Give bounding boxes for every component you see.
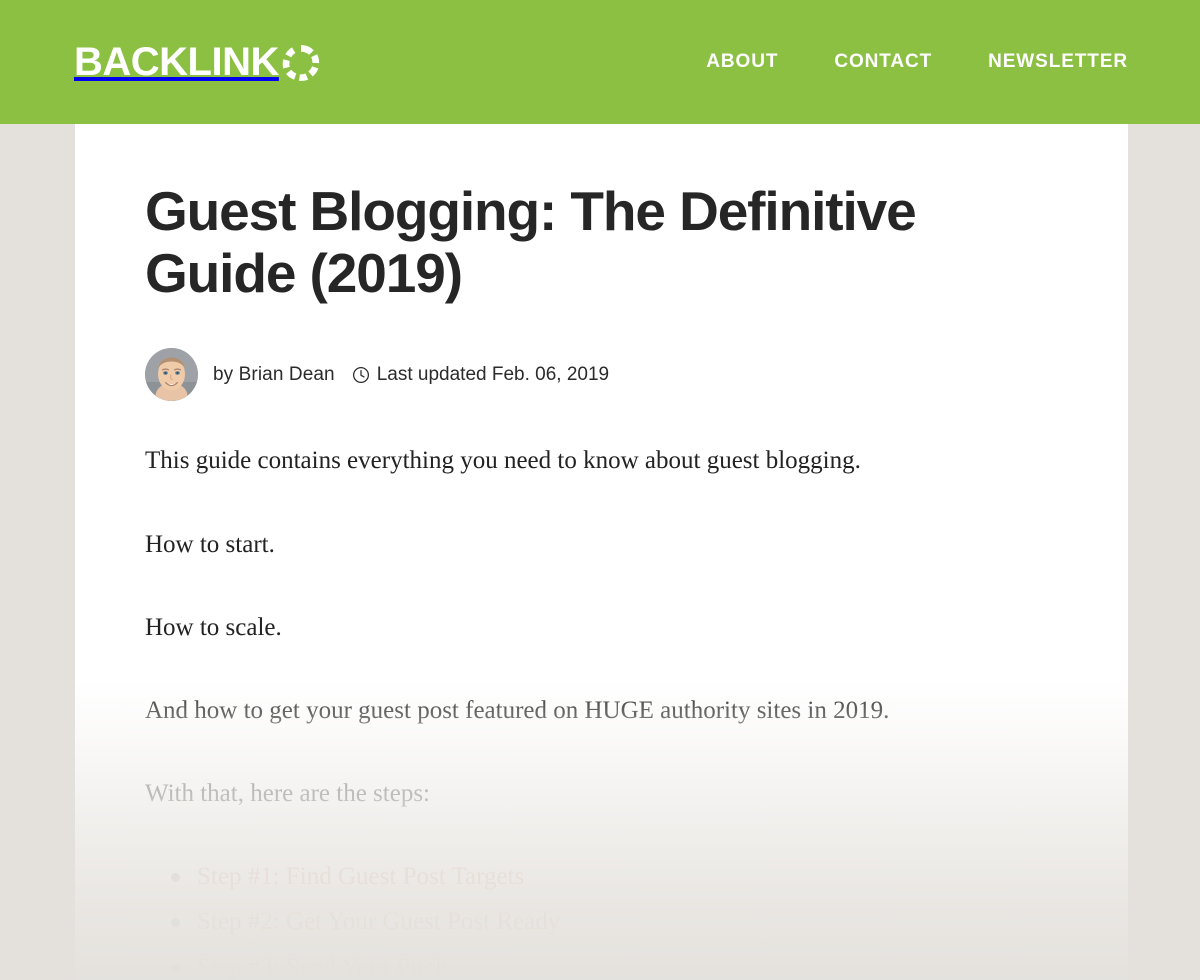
step-link-1[interactable]: Step #1: Find Guest Post Targets [197, 863, 524, 890]
page-title: Guest Blogging: The Definitive Guide (20… [145, 180, 917, 305]
body-copy: This guide contains everything you need … [145, 443, 1056, 812]
byline-author: by Brian Dean [213, 363, 335, 385]
nav-item-contact[interactable]: CONTACT [834, 51, 932, 73]
paragraph-start: How to start. [145, 530, 275, 558]
step-link-3[interactable]: Step #3: Send Your Pitch [197, 954, 448, 980]
list-item: Step #1: Find Guest Post Targets [171, 860, 1056, 894]
clock-icon [352, 366, 370, 384]
article: Guest Blogging: The Definitive Guide (20… [75, 124, 1128, 980]
list-item: Step #2: Get Your Guest Post Ready [171, 905, 1056, 939]
avatar [145, 348, 198, 402]
paragraph-feature: And how to get your guest post featured … [145, 697, 890, 725]
paragraph-intro: This guide contains everything you need … [145, 447, 861, 475]
segmented-ring-icon [282, 44, 320, 82]
paragraph-scale: How to scale. [145, 613, 282, 641]
step-list: Step #1: Find Guest Post Targets Step #2… [145, 860, 1056, 980]
paragraph-steps-lead: With that, here are the steps: [145, 780, 430, 808]
site-logo[interactable]: BACKLINK [74, 42, 320, 82]
byline-updated-text: Last updated Feb. 06, 2019 [376, 363, 610, 385]
site-header: BACKLINK ABOUT CONTACT NEWSLETTER [0, 0, 1200, 124]
logo-text: BACKLINK [74, 40, 279, 84]
article-card: Guest Blogging: The Definitive Guide (20… [75, 124, 1128, 980]
byline: by Brian Dean Last updated Feb. 06, 2019 [145, 348, 1056, 402]
nav-item-newsletter[interactable]: NEWSLETTER [988, 51, 1128, 73]
page-body: Guest Blogging: The Definitive Guide (20… [0, 124, 1200, 980]
nav-item-about[interactable]: ABOUT [706, 51, 778, 73]
list-item: Step #3: Send Your Pitch [171, 951, 1056, 980]
byline-updated: Last updated Feb. 06, 2019 [352, 364, 609, 386]
main-nav: ABOUT CONTACT NEWSLETTER [706, 51, 1128, 73]
step-link-2[interactable]: Step #2: Get Your Guest Post Ready [197, 908, 560, 935]
